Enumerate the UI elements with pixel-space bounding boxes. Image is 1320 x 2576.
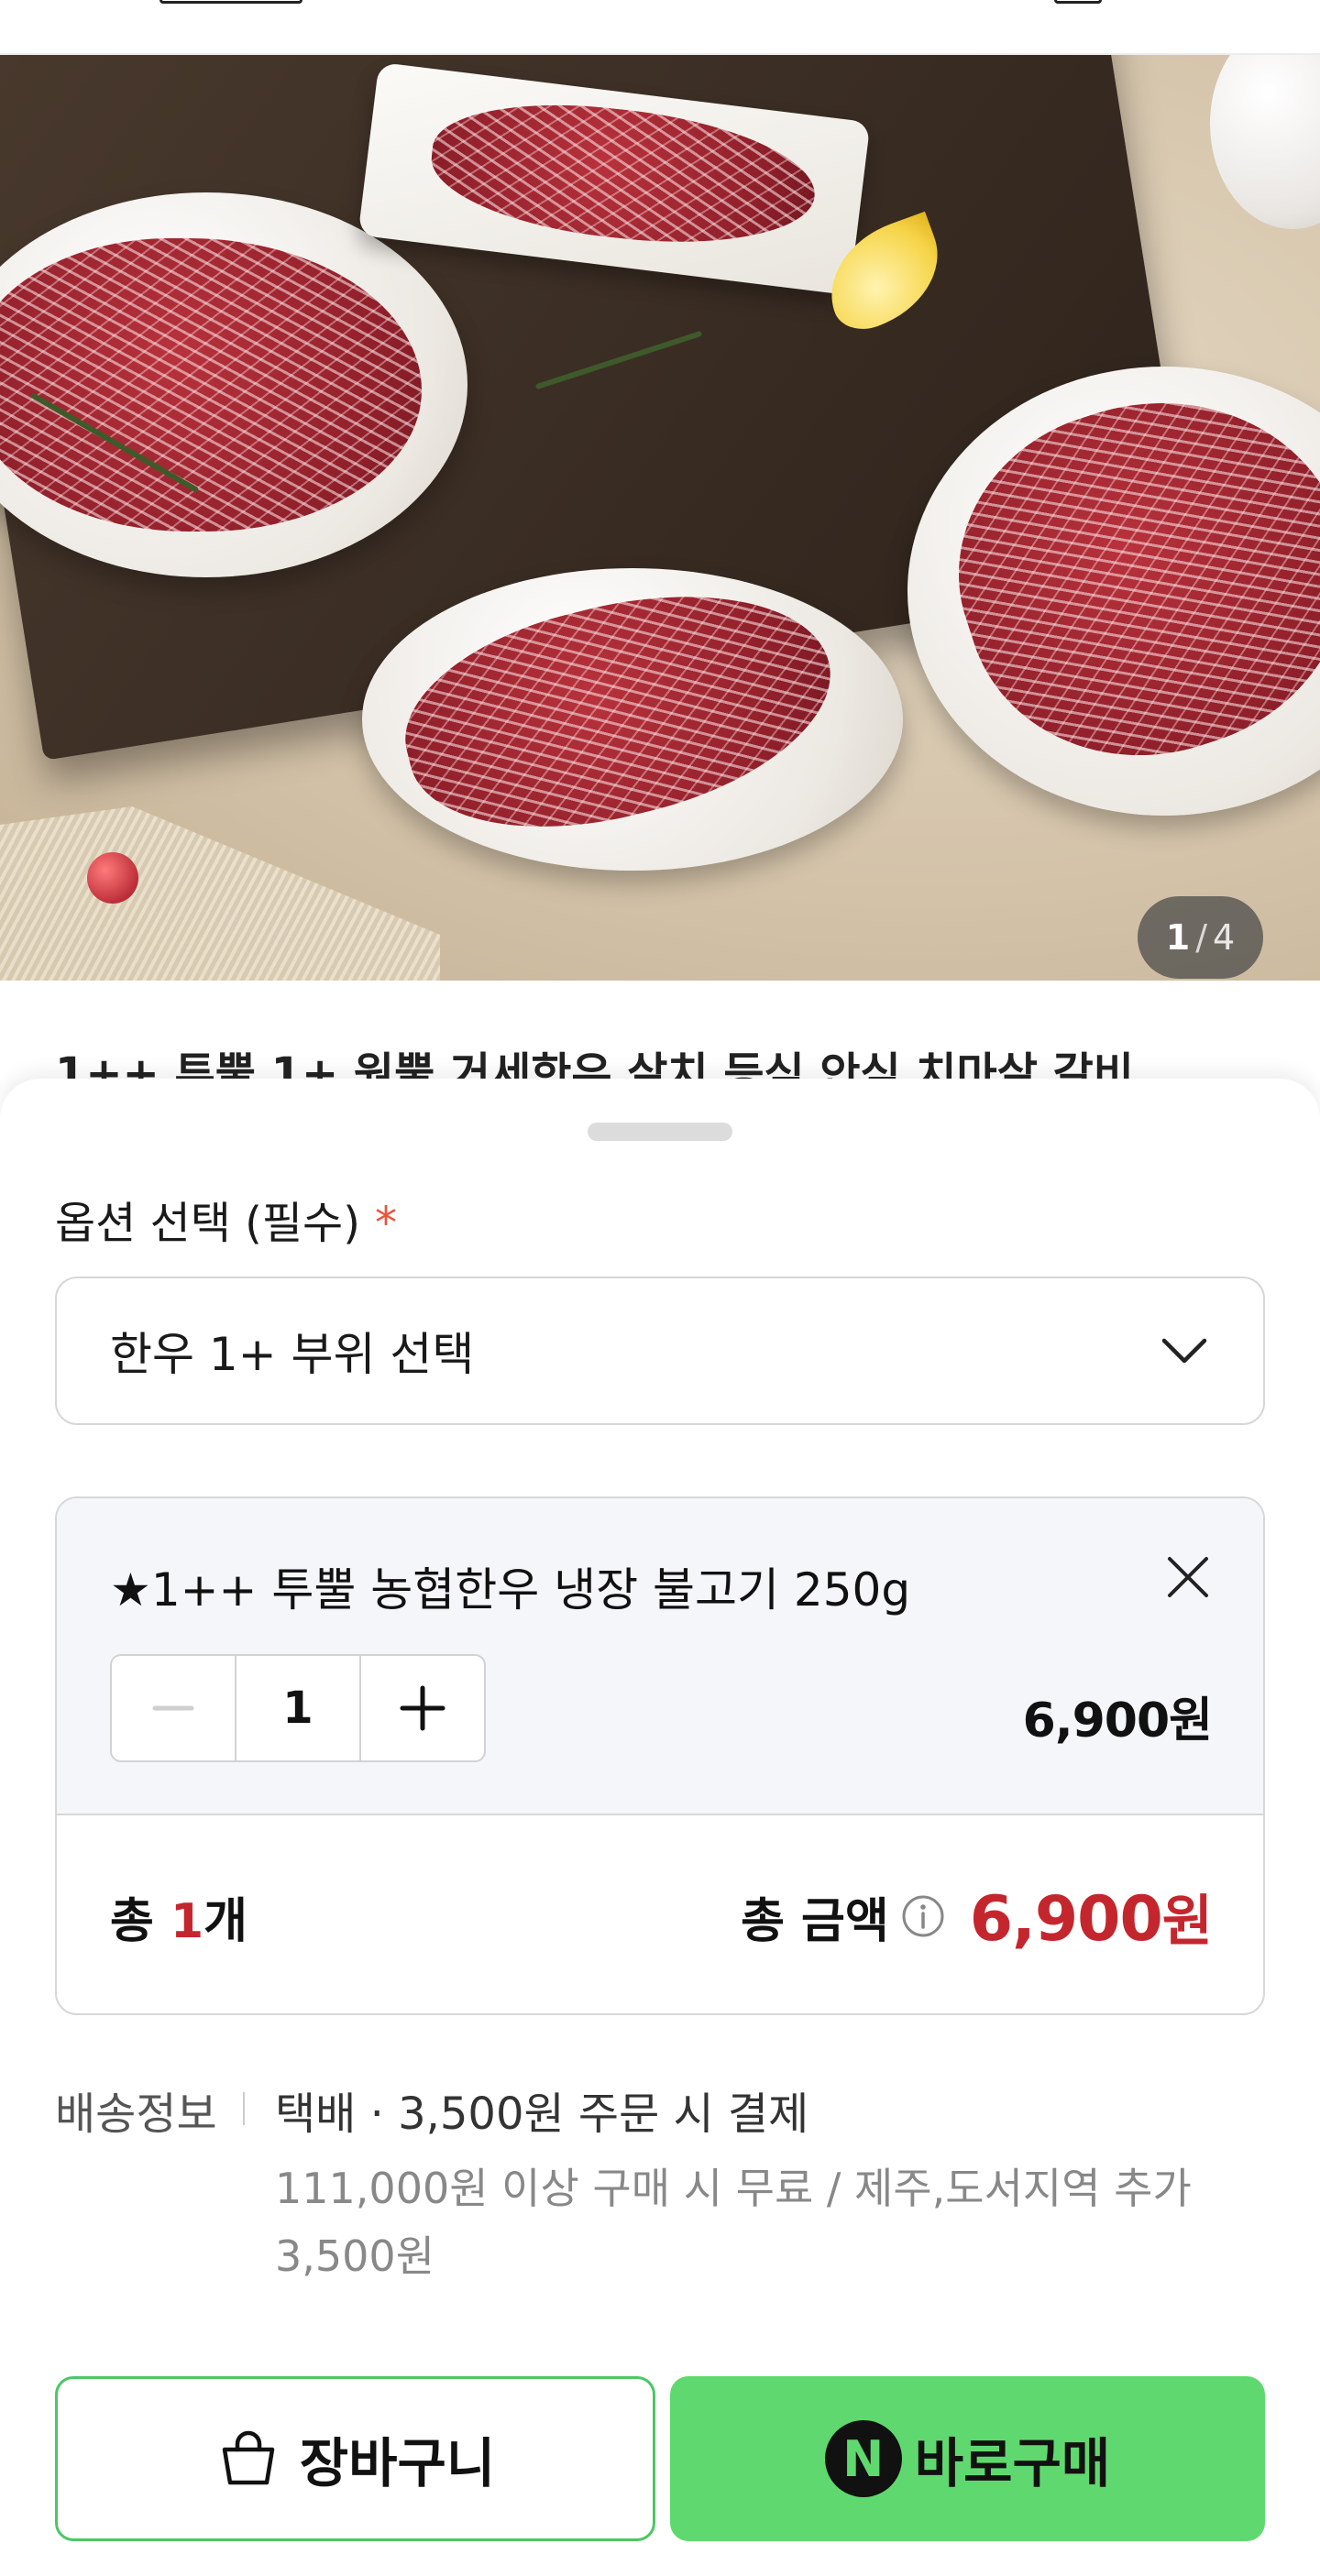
image-counter-current: 1 xyxy=(1165,917,1191,958)
total-amount-group: 총 금액 6,900원 xyxy=(741,1877,1213,1957)
image-counter-separator: / xyxy=(1195,917,1208,958)
chevron-down-icon xyxy=(1161,1338,1207,1364)
option-bottom-sheet: 옵션 선택 (필수) * 한우 1+ 부위 선택 ★1++ 투뿔 농협한우 냉장… xyxy=(0,1079,1320,2576)
tassel-bead-graphic xyxy=(87,852,138,904)
naver-pay-icon: N xyxy=(824,2420,902,2497)
shipping-label: 배송정보 xyxy=(55,2088,217,2140)
decrease-quantity-button[interactable] xyxy=(112,1656,236,1760)
buy-button-label: 바로구매 xyxy=(914,2432,1111,2494)
shopping-bag-icon xyxy=(222,2430,275,2485)
minus-icon xyxy=(152,1705,194,1711)
top-header xyxy=(0,0,1320,55)
header-fragment-icon[interactable] xyxy=(160,0,302,4)
total-amount-value: 6,900 xyxy=(969,1882,1163,1956)
total-amount-unit: 원 xyxy=(1161,1889,1213,1954)
option-label: 옵션 선택 (필수) * xyxy=(55,1187,397,1251)
option-select-value: 한우 1+ 부위 선택 xyxy=(110,1328,475,1381)
add-to-cart-button[interactable]: 장바구니 xyxy=(55,2376,655,2541)
vase-graphic xyxy=(1210,55,1320,229)
sheet-drag-handle[interactable] xyxy=(588,1123,732,1141)
purchase-bar: 장바구니 N 바로구매 xyxy=(55,2376,1265,2541)
image-counter-total: 4 xyxy=(1213,917,1236,958)
required-mark: * xyxy=(374,1198,397,1249)
selected-item-price: 6,900원 xyxy=(1022,1694,1213,1748)
selected-item-name: ★1++ 투뿔 농협한우 냉장 불고기 250g xyxy=(110,1563,911,1617)
product-image[interactable]: 1 / 4 xyxy=(0,55,1320,981)
tassel-graphic xyxy=(0,806,440,981)
plus-icon xyxy=(400,1685,446,1731)
total-amount: 6,900원 xyxy=(969,1877,1213,1957)
total-count-number: 1 xyxy=(170,1893,204,1949)
quantity-value-cell[interactable]: 1 xyxy=(236,1656,359,1760)
selected-option-item: ★1++ 투뿔 농협한우 냉장 불고기 250g 1 6,900원 xyxy=(57,1498,1263,1815)
option-select-dropdown[interactable]: 한우 1+ 부위 선택 xyxy=(55,1277,1265,1425)
close-icon[interactable] xyxy=(1160,1550,1216,1605)
quantity-stepper: 1 xyxy=(110,1654,486,1762)
increase-quantity-button[interactable] xyxy=(359,1656,484,1760)
shipping-main-text: 택배 · 3,500원 주문 시 결제 xyxy=(275,2088,809,2140)
quantity-value: 1 xyxy=(282,1683,314,1734)
info-icon[interactable] xyxy=(900,1893,946,1939)
option-label-text: 옵션 선택 (필수) xyxy=(55,1198,360,1249)
shipping-sub-text: 111,000원 이상 구매 시 무료 / 제주,도서지역 추가 3,500원 xyxy=(275,2164,1192,2281)
total-count: 총 1개 xyxy=(110,1882,248,1951)
cart-button-label: 장바구니 xyxy=(299,2432,496,2494)
buy-now-button[interactable]: N 바로구매 xyxy=(670,2376,1265,2541)
total-count-suffix: 개 xyxy=(204,1893,248,1949)
header-fragment-icon[interactable] xyxy=(1054,0,1102,4)
total-count-prefix: 총 xyxy=(110,1893,170,1949)
total-row: 총 1개 총 금액 6,900원 xyxy=(57,1815,1263,2013)
total-amount-label: 총 금액 xyxy=(741,1893,889,1949)
image-counter: 1 / 4 xyxy=(1138,896,1263,979)
shipping-divider xyxy=(243,2092,245,2125)
selected-options-box: ★1++ 투뿔 농협한우 냉장 불고기 250g 1 6,900원 총 1개 총… xyxy=(55,1496,1265,2015)
